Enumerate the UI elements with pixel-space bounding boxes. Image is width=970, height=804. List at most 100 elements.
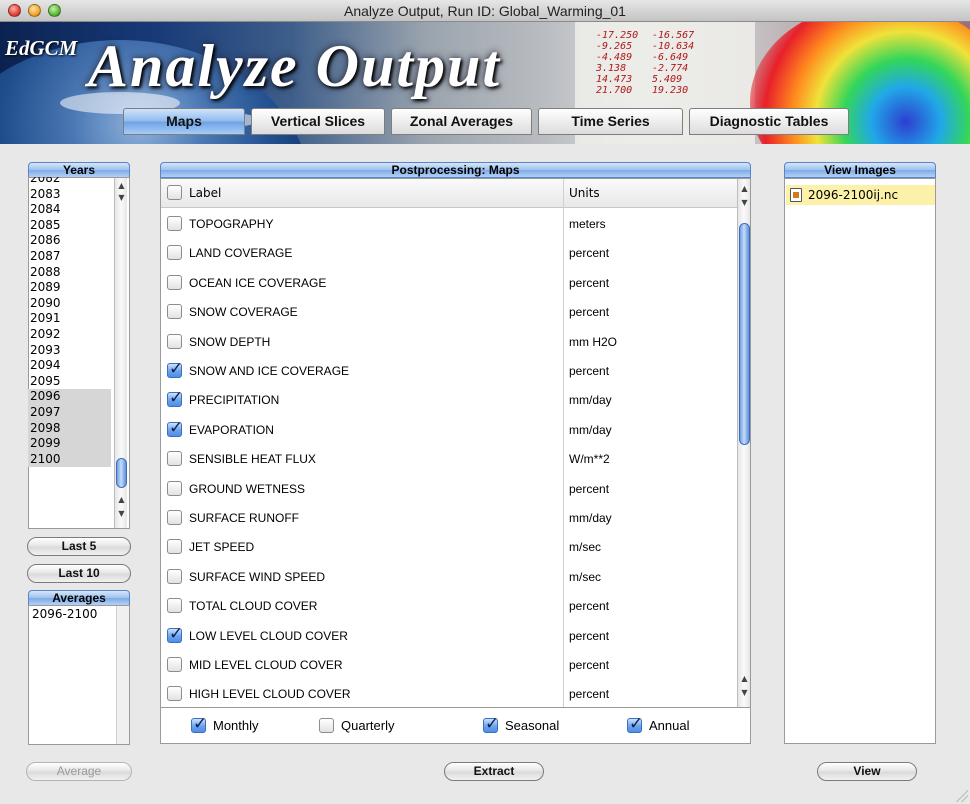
table-row[interactable]: SNOW COVERAGE percent	[161, 297, 737, 326]
scroll-down-arrow-icon[interactable]: ▼	[740, 689, 749, 697]
last-5-button[interactable]: Last 5	[27, 537, 131, 556]
tab-maps[interactable]: Maps	[123, 108, 245, 135]
monthly-checkbox[interactable]	[191, 714, 207, 734]
variable-checkbox[interactable]	[167, 333, 182, 349]
time-period-options: Monthly Quarterly Seasonal Annual	[160, 708, 751, 744]
averages-list[interactable]: 2096-2100	[28, 605, 130, 745]
table-row[interactable]: TOPOGRAPHY meters	[161, 209, 737, 238]
years-list[interactable]: 2082 2083 2084 2085 2086 2087 2088 2089 2090 2091…	[28, 177, 124, 529]
variable-checkbox[interactable]	[167, 216, 182, 231]
year-item[interactable]: 2095	[28, 374, 111, 390]
tab-zonal-averages[interactable]: Zonal Averages	[391, 108, 532, 135]
variable-checkbox[interactable]	[167, 657, 182, 672]
scroll-up-arrow-icon[interactable]: ▲	[740, 675, 749, 683]
select-all-checkbox[interactable]	[167, 185, 182, 200]
variable-checkbox[interactable]	[167, 304, 182, 320]
table-row[interactable]: LAND COVERAGE percent	[161, 238, 737, 267]
scroll-down-arrow-icon[interactable]: ▼	[117, 510, 126, 518]
year-item[interactable]: 2089	[28, 280, 111, 296]
year-item[interactable]: 2093	[28, 343, 111, 359]
table-row[interactable]: GROUND WETNESS percent	[161, 474, 737, 503]
average-button[interactable]: Average	[26, 762, 132, 781]
table-scrollbar[interactable]: ▲ ▼ ▲ ▼	[737, 179, 750, 707]
table-row[interactable]: MID LEVEL CLOUD COVER percent	[161, 650, 737, 679]
quarterly-checkbox[interactable]	[319, 718, 334, 733]
view-images-list[interactable]	[784, 178, 936, 744]
table-row[interactable]: OCEAN ICE COVERAGE percent	[161, 268, 737, 297]
tab-diagnostic-tables[interactable]: Diagnostic Tables	[689, 108, 849, 135]
variable-checkbox[interactable]	[167, 388, 183, 408]
table-row[interactable]: HIGH LEVEL CLOUD COVER percent	[161, 679, 737, 707]
scroll-up-arrow-icon[interactable]: ▲	[117, 496, 126, 504]
scroll-down-arrow-icon[interactable]: ▼	[740, 199, 749, 207]
year-item[interactable]: 2082	[28, 177, 111, 187]
variable-checkbox[interactable]	[167, 274, 182, 290]
variable-checkbox[interactable]	[167, 480, 182, 496]
extract-button[interactable]: Extract	[444, 762, 544, 781]
year-item[interactable]: 2090	[28, 296, 111, 312]
table-row[interactable]: PRECIPITATION mm/day	[161, 385, 737, 414]
view-button[interactable]: View	[817, 762, 917, 781]
year-item[interactable]: 2092	[28, 327, 111, 343]
year-item[interactable]: 2100	[28, 451, 111, 468]
year-item[interactable]: 2086	[28, 233, 111, 249]
year-item[interactable]: 2088	[28, 265, 111, 281]
averages-item[interactable]: 2096-2100	[29, 606, 129, 621]
table-row[interactable]: SENSIBLE HEAT FLUX W/m**2	[161, 444, 737, 473]
table-row[interactable]: SURFACE RUNOFF mm/day	[161, 503, 737, 532]
averages-scrollbar[interactable]	[116, 606, 129, 744]
label-column-header[interactable]: Label	[189, 186, 221, 200]
variable-units: percent	[569, 628, 610, 643]
variable-units: mm/day	[569, 422, 612, 437]
scroll-up-arrow-icon[interactable]: ▲	[117, 182, 126, 190]
table-row[interactable]: TOTAL CLOUD COVER percent	[161, 591, 737, 620]
variable-checkbox[interactable]	[167, 539, 182, 555]
last-10-button[interactable]: Last 10	[27, 564, 131, 583]
year-item[interactable]: 2085	[28, 218, 111, 234]
variable-checkbox[interactable]	[167, 568, 182, 584]
year-item[interactable]: 2087	[28, 249, 111, 265]
variable-checkbox[interactable]	[167, 451, 182, 467]
year-item[interactable]: 2091	[28, 311, 111, 327]
variable-units: mm/day	[569, 393, 612, 408]
averages-header: Averages	[28, 590, 130, 606]
tab-vertical-slices[interactable]: Vertical Slices	[251, 108, 385, 135]
scroll-thumb[interactable]	[116, 458, 127, 488]
year-item[interactable]: 2097	[28, 404, 111, 421]
table-row[interactable]: SURFACE WIND SPEED m/sec	[161, 562, 737, 591]
year-item[interactable]: 2098	[28, 420, 111, 437]
scroll-up-arrow-icon[interactable]: ▲	[740, 185, 749, 193]
variable-label: TOTAL CLOUD COVER	[189, 599, 318, 614]
banner-number-row: 3.138 -2.774	[596, 63, 708, 74]
units-column-header[interactable]: Units	[569, 186, 600, 200]
years-scrollbar[interactable]: ▲ ▼ ▲ ▼	[114, 178, 127, 528]
variable-checkbox[interactable]	[167, 510, 182, 525]
table-row[interactable]: EVAPORATION mm/day	[161, 415, 737, 444]
banner-number: -10.634	[652, 41, 695, 52]
table-row[interactable]: LOW LEVEL CLOUD COVER percent	[161, 621, 737, 650]
banner-number-row: 21.700 19.230	[596, 85, 708, 96]
variable-checkbox[interactable]	[167, 624, 183, 644]
year-item[interactable]: 2099	[28, 436, 111, 452]
year-item[interactable]: 2083	[28, 187, 111, 203]
table-row[interactable]: JET SPEED m/sec	[161, 532, 737, 561]
banner-number: 21.700	[596, 85, 633, 96]
table-row[interactable]: SNOW DEPTH mm H2O	[161, 327, 737, 356]
year-item[interactable]: 2094	[28, 358, 111, 374]
year-item[interactable]: 2084	[28, 202, 111, 218]
year-item[interactable]: 2096	[28, 389, 111, 405]
resize-grip-icon[interactable]	[956, 790, 968, 802]
variable-checkbox[interactable]	[167, 245, 182, 261]
variable-checkbox[interactable]	[167, 686, 182, 702]
scroll-thumb[interactable]	[739, 223, 750, 445]
scroll-down-arrow-icon[interactable]: ▼	[117, 194, 126, 202]
variable-checkbox[interactable]	[167, 418, 183, 438]
netcdf-file-icon	[790, 188, 802, 202]
image-file-item[interactable]: 2096-2100ij.nc	[786, 185, 935, 205]
table-row[interactable]: SNOW AND ICE COVERAGE percent	[161, 356, 737, 385]
variable-checkbox[interactable]	[167, 359, 183, 379]
variable-checkbox[interactable]	[167, 598, 182, 614]
seasonal-checkbox[interactable]	[483, 714, 499, 734]
tab-time-series[interactable]: Time Series	[538, 108, 683, 135]
annual-checkbox[interactable]	[627, 714, 643, 734]
